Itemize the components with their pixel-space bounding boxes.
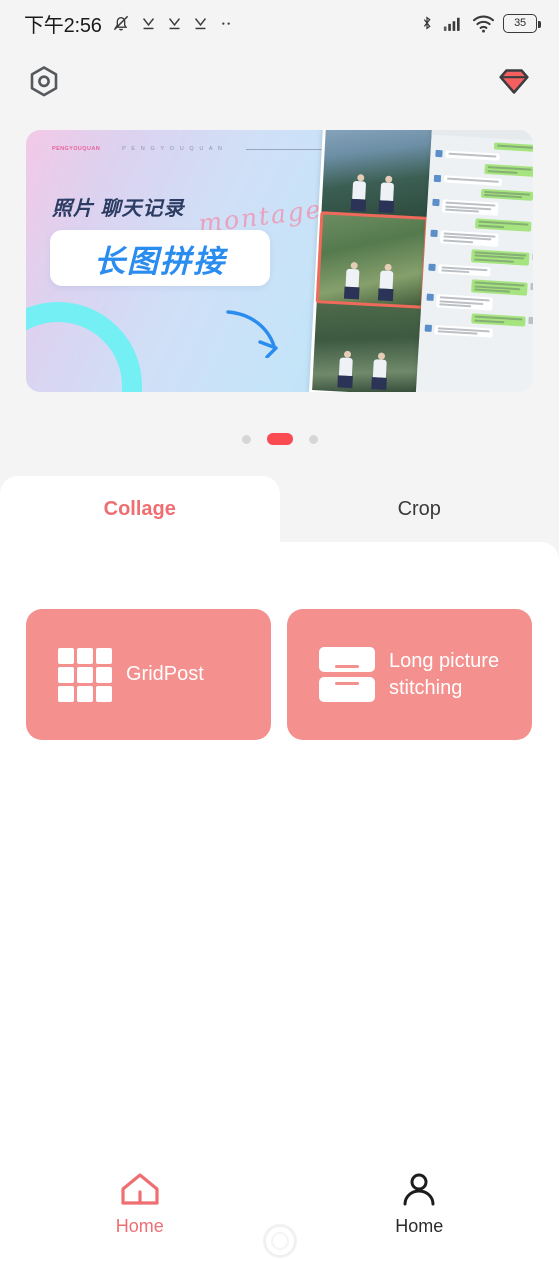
banner-rule-line bbox=[245, 148, 324, 150]
hexagon-settings-icon[interactable] bbox=[24, 62, 64, 102]
banner-text-area: PENGYOUQUAN P E N G Y O U Q U A N 照片 聊天记… bbox=[26, 130, 326, 392]
download-check-icon bbox=[142, 17, 154, 29]
status-bar-left: 下午2:56 bbox=[24, 9, 234, 38]
curved-arrow-icon bbox=[226, 310, 278, 358]
long-picture-stitching-card[interactable]: Long picture stitching bbox=[287, 609, 532, 740]
app-header bbox=[0, 46, 559, 118]
collage-photo bbox=[312, 301, 423, 392]
stacked-bars-icon bbox=[319, 647, 375, 702]
battery-level-label: 35 bbox=[514, 16, 526, 29]
status-bar: 下午2:56 35 bbox=[0, 0, 559, 46]
person-icon bbox=[403, 1173, 435, 1206]
bottom-navigation-bar: Home Home bbox=[0, 1156, 559, 1280]
app-screen: 下午2:56 35 PENGYOUQUAN P E N G Y O U Q U … bbox=[0, 0, 559, 1280]
banner-top-meta: PENGYOUQUAN P E N G Y O U Q U A N bbox=[52, 146, 324, 152]
banner-brand-label: PENGYOUQUAN bbox=[52, 146, 101, 152]
collage-photo bbox=[321, 130, 432, 219]
download-check-icon bbox=[194, 17, 206, 29]
banner-headline-box: 长图拼接 bbox=[50, 230, 270, 286]
promo-banner-slide[interactable]: PENGYOUQUAN P E N G Y O U Q U A N 照片 聊天记… bbox=[26, 130, 533, 392]
download-check-icon bbox=[168, 17, 180, 29]
battery-indicator: 35 bbox=[503, 13, 541, 33]
carousel-dot[interactable] bbox=[308, 434, 318, 444]
gridpost-card-label: GridPost bbox=[126, 663, 204, 685]
carousel-dot[interactable] bbox=[241, 434, 251, 444]
photo-collage-thumbnail bbox=[308, 130, 436, 392]
feature-card-list: GridPost Long picture stitching bbox=[26, 609, 533, 740]
tab-collage[interactable]: Collage bbox=[0, 476, 280, 542]
carousel-dot-active[interactable] bbox=[266, 433, 293, 445]
nav-item-profile[interactable]: Home bbox=[280, 1170, 559, 1237]
status-bar-clock: 下午2:56 bbox=[24, 14, 102, 37]
status-bar-right: 35 bbox=[419, 13, 541, 33]
banner-brand-spaced-label: P E N G Y O U Q U A N bbox=[122, 146, 224, 152]
tab-collage-label: Collage bbox=[103, 497, 176, 520]
tab-crop[interactable]: Crop bbox=[279, 476, 559, 542]
nav-item-home[interactable]: Home bbox=[0, 1170, 280, 1237]
diamond-vip-icon[interactable] bbox=[493, 61, 535, 103]
tab-crop-label: Crop bbox=[397, 497, 441, 520]
chat-screenshot-thumbnail bbox=[415, 130, 533, 392]
nav-item-home-label: Home bbox=[115, 1216, 164, 1236]
house-icon bbox=[121, 1173, 159, 1205]
nav-item-profile-label: Home bbox=[395, 1216, 444, 1236]
carousel-dots[interactable] bbox=[0, 432, 559, 446]
bluetooth-icon bbox=[423, 16, 431, 30]
banner-headline: 长图拼接 bbox=[94, 243, 226, 279]
wifi-icon bbox=[472, 15, 495, 33]
gridpost-card[interactable]: GridPost bbox=[26, 609, 271, 740]
banner-subtitle: 照片 聊天记录 bbox=[52, 198, 185, 220]
more-dots-icon bbox=[221, 22, 230, 25]
long-picture-stitching-card-label: Long picture stitching bbox=[389, 649, 500, 699]
selected-photo-highlight bbox=[315, 210, 429, 309]
grid-3x3-icon bbox=[58, 647, 112, 702]
bell-muted-icon bbox=[113, 15, 128, 31]
promo-carousel[interactable]: PENGYOUQUAN P E N G Y O U Q U A N 照片 聊天记… bbox=[26, 130, 533, 392]
home-gesture-circle[interactable] bbox=[262, 1224, 297, 1258]
tab-bar: Collage Crop bbox=[0, 476, 559, 542]
cellular-signal-icon bbox=[443, 17, 460, 31]
